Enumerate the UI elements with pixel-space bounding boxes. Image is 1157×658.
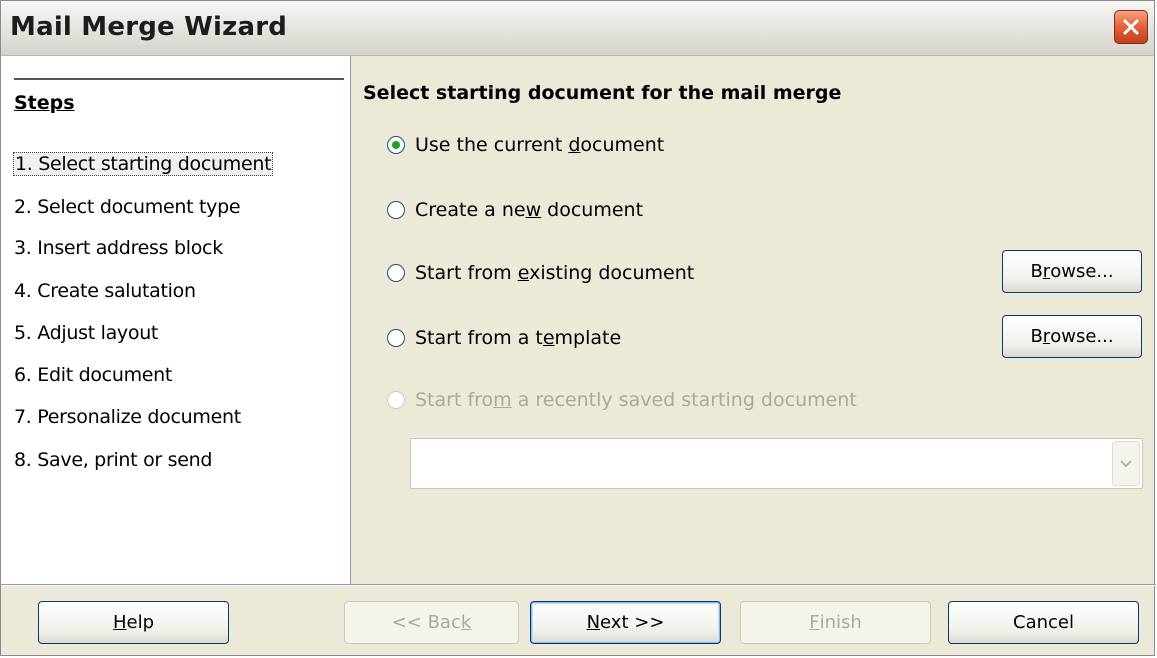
option-label: Start from a recently saved starting doc… [415, 389, 857, 411]
radio-button[interactable] [387, 329, 405, 347]
browse-template-button[interactable]: Br owse... [1002, 315, 1142, 358]
step-save-print-send[interactable]: 8. Save, print or send [14, 449, 212, 471]
option-create-new-document[interactable]: Create a new document [387, 199, 643, 221]
option-recently-saved-document: Start from a recently saved starting doc… [387, 389, 857, 411]
close-button[interactable] [1114, 10, 1148, 44]
radio-button[interactable] [387, 264, 405, 282]
option-start-from-template[interactable]: Start from a template [387, 327, 621, 349]
steps-panel: Steps 1. Select starting document 2. Sel… [1, 56, 351, 584]
title-bar[interactable]: Mail Merge Wizard [1, 1, 1154, 56]
step-create-salutation[interactable]: 4. Create salutation [14, 280, 196, 302]
cancel-button[interactable]: Cancel [948, 601, 1139, 644]
radio-button[interactable] [387, 201, 405, 219]
step-select-starting-document[interactable]: 1. Select starting document [13, 152, 274, 176]
radio-button[interactable] [387, 136, 405, 154]
option-start-from-existing-document[interactable]: Start from existing document [387, 262, 694, 284]
help-button[interactable]: Help [38, 601, 229, 644]
step-adjust-layout[interactable]: 5. Adjust layout [14, 322, 158, 344]
option-label: Start from a template [415, 327, 622, 349]
step-edit-document[interactable]: 6. Edit document [14, 364, 172, 386]
mail-merge-wizard-window: Mail Merge Wizard Steps 1. Select starti… [0, 0, 1156, 656]
option-label: Create a new document [415, 199, 644, 221]
step-personalize-document[interactable]: 7. Personalize document [14, 406, 241, 428]
close-icon [1123, 19, 1139, 35]
main-heading: Select starting document for the mail me… [363, 82, 842, 104]
finish-button[interactable]: Finish [740, 601, 931, 644]
steps-title: Steps [14, 92, 75, 114]
option-use-current-document[interactable]: Use the current document [387, 134, 664, 156]
back-button[interactable]: << Bac k [344, 601, 519, 644]
next-button[interactable]: Next >> [530, 601, 721, 644]
option-label: Start from existing document [415, 262, 695, 284]
radio-button [387, 391, 405, 409]
chevron-down-icon [1112, 441, 1140, 486]
step-insert-address-block[interactable]: 3. Insert address block [14, 237, 223, 259]
window-title: Mail Merge Wizard [10, 12, 288, 42]
recent-documents-combobox [410, 438, 1143, 489]
browse-existing-button[interactable]: Br owse... [1002, 250, 1142, 293]
steps-separator [14, 78, 344, 80]
option-label: Use the current document [415, 134, 665, 156]
footer-divider-highlight [1, 585, 1156, 586]
step-select-document-type[interactable]: 2. Select document type [14, 196, 241, 218]
